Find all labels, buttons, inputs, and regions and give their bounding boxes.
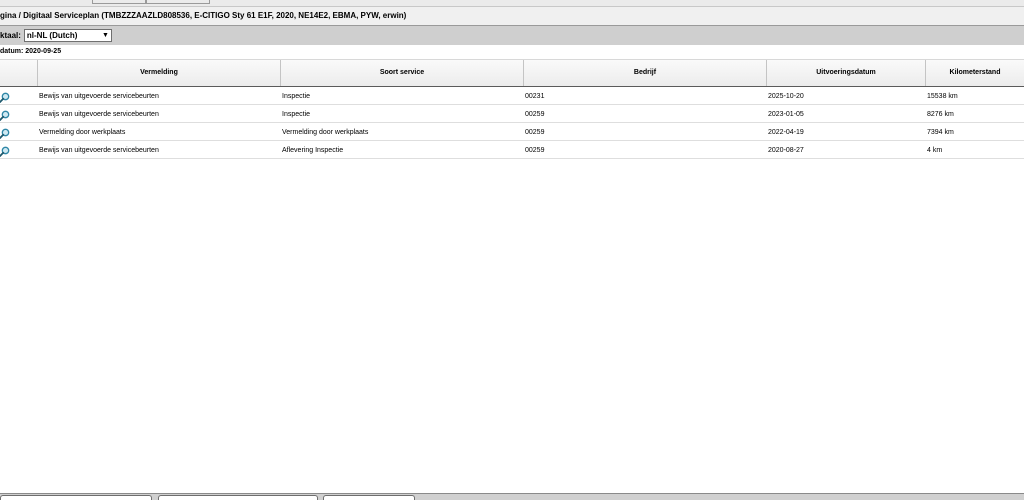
table-row: Bewijs van uitgevoerde servicebeurten Af… — [0, 141, 1024, 159]
cell-bedrijf: 00259 — [525, 111, 545, 118]
cell-soort-service: Aflevering Inspectie — [282, 147, 344, 154]
cell-bedrijf: 00231 — [525, 93, 545, 100]
cell-bedrijf: 00259 — [525, 147, 545, 154]
delivery-date: datum: 2020-09-25 — [0, 48, 62, 55]
cell-uitvoeringsdatum: 2023-01-05 — [768, 111, 804, 118]
chevron-down-icon: ▼ — [101, 32, 109, 39]
bottom-tab[interactable] — [0, 495, 152, 500]
table-header: Vermelding Soort service Bedrijf Uitvoer… — [0, 59, 1024, 87]
language-select[interactable]: nl-NL (Dutch) ▼ — [23, 29, 112, 42]
top-tab[interactable] — [92, 0, 146, 4]
magnifier-icon[interactable] — [0, 146, 10, 157]
cell-vermelding: Bewijs van uitgevoerde servicebeurten — [39, 93, 159, 100]
language-selected-value: nl-NL (Dutch) — [26, 31, 78, 40]
table-row: Bewijs van uitgevoerde servicebeurten In… — [0, 105, 1024, 123]
header-kilometerstand[interactable]: Kilometerstand — [925, 60, 1024, 86]
cell-soort-service: Vermelding door werkplaats — [282, 129, 369, 136]
language-label: ktaal: — [0, 31, 21, 40]
cell-uitvoeringsdatum: 2025-10-20 — [768, 93, 804, 100]
breadcrumb-text: gina / Digitaal Serviceplan (TMBZZZAAZLD… — [0, 11, 407, 20]
top-tab[interactable] — [146, 0, 210, 4]
page: gina / Digitaal Serviceplan (TMBZZZAAZLD… — [0, 0, 1024, 500]
cell-soort-service: Inspectie — [282, 111, 311, 118]
cell-kilometerstand: 7394 km — [927, 129, 954, 136]
cell-bedrijf: 00259 — [525, 129, 545, 136]
table-body: Bewijs van uitgevoerde servicebeurten In… — [0, 87, 1024, 159]
cell-kilometerstand: 4 km — [927, 147, 943, 154]
header-soort-service[interactable]: Soort service — [280, 60, 523, 86]
row-action-cell — [0, 87, 37, 104]
cell-vermelding: Bewijs van uitgevoerde servicebeurten — [39, 147, 159, 154]
cell-kilometerstand: 15538 km — [927, 93, 958, 100]
breadcrumb: gina / Digitaal Serviceplan (TMBZZZAAZLD… — [0, 7, 1024, 26]
header-uitvoeringsdatum[interactable]: Uitvoeringsdatum — [766, 60, 925, 86]
cell-kilometerstand: 8276 km — [927, 111, 954, 118]
bottom-tab-bar — [0, 493, 1024, 500]
cell-soort-service: Inspectie — [282, 93, 311, 100]
bottom-tab[interactable] — [323, 495, 415, 500]
language-bar: ktaal: nl-NL (Dutch) ▼ — [0, 26, 1024, 45]
service-table: Vermelding Soort service Bedrijf Uitvoer… — [0, 59, 1024, 159]
magnifier-icon[interactable] — [0, 128, 10, 139]
table-row: Vermelding door werkplaats Vermelding do… — [0, 123, 1024, 141]
top-tab-strip — [0, 0, 1024, 7]
header-vermelding[interactable]: Vermelding — [37, 60, 280, 86]
cell-uitvoeringsdatum: 2022-04-19 — [768, 129, 804, 136]
cell-uitvoeringsdatum: 2020-08-27 — [768, 147, 804, 154]
row-action-cell — [0, 105, 37, 122]
cell-vermelding: Vermelding door werkplaats — [39, 129, 126, 136]
bottom-tab[interactable] — [158, 495, 318, 500]
row-action-cell — [0, 123, 37, 140]
row-action-cell — [0, 141, 37, 158]
table-row: Bewijs van uitgevoerde servicebeurten In… — [0, 87, 1024, 105]
cell-vermelding: Bewijs van uitgevoerde servicebeurten — [39, 111, 159, 118]
header-bedrijf[interactable]: Bedrijf — [523, 60, 766, 86]
header-icon-column — [0, 60, 37, 86]
magnifier-icon[interactable] — [0, 92, 10, 103]
magnifier-icon[interactable] — [0, 110, 10, 121]
